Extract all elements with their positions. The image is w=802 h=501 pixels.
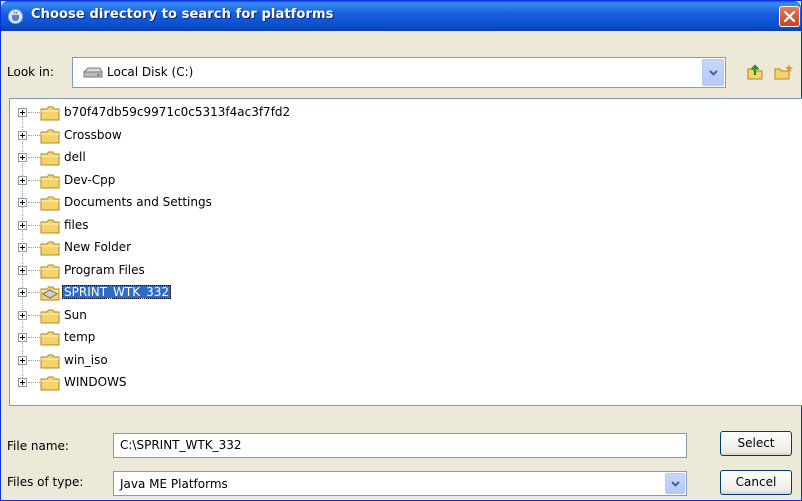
tree-folder-item[interactable]: Crossbow xyxy=(10,125,410,147)
close-icon xyxy=(783,10,796,23)
tree-folder-item[interactable]: SPRINT_WTK_332 xyxy=(10,282,410,304)
folder-icon xyxy=(40,174,60,188)
tree-folder-label: WINDOWS xyxy=(64,375,127,389)
tree-folder-label: Program Files xyxy=(64,262,145,277)
tree-folder-item[interactable]: WINDOWS xyxy=(10,372,410,394)
choose-directory-dialog: Choose directory to search for platforms… xyxy=(0,0,802,501)
tree-folder-label: Dev-Cpp xyxy=(64,172,116,187)
tree-folder-item[interactable]: Program Files xyxy=(10,260,410,282)
drive-icon xyxy=(83,67,103,78)
tree-connector xyxy=(28,382,40,383)
look-in-combo[interactable]: Local Disk (C:) xyxy=(72,57,726,88)
files-of-type-label: Files of type: xyxy=(7,475,84,489)
cancel-button[interactable]: Cancel xyxy=(720,470,792,495)
files-of-type-combo[interactable]: Java ME Platforms xyxy=(113,471,687,496)
dialog-title: Choose directory to search for platforms xyxy=(31,7,334,22)
close-button[interactable] xyxy=(779,6,800,27)
expand-toggle-icon[interactable] xyxy=(18,153,27,162)
tree-connector xyxy=(28,269,40,271)
chevron-down-icon xyxy=(671,481,680,487)
expand-toggle-icon[interactable] xyxy=(18,355,27,365)
tree-connector xyxy=(28,112,40,113)
folder-icon xyxy=(40,264,60,278)
tree-folder-label: temp xyxy=(64,330,96,344)
expand-toggle-icon[interactable] xyxy=(18,175,27,185)
files-of-type-value: Java ME Platforms xyxy=(120,477,228,491)
expand-toggle-icon[interactable] xyxy=(18,265,27,275)
tree-connector xyxy=(28,359,40,361)
folder-icon xyxy=(40,354,60,368)
folder-icon xyxy=(40,376,60,391)
file-name-label: File name: xyxy=(7,439,69,453)
tree-connector xyxy=(28,292,40,293)
look-in-label: Look in: xyxy=(7,65,54,79)
expand-toggle-icon[interactable] xyxy=(18,378,27,387)
expand-toggle-icon[interactable] xyxy=(18,220,27,230)
tree-connector xyxy=(28,134,40,136)
tree-folder-label: win_iso xyxy=(64,352,108,367)
look-in-dropdown-button[interactable] xyxy=(702,59,724,86)
tree-folder-item[interactable]: Dev-Cpp xyxy=(10,170,410,192)
tree-folder-item[interactable]: New Folder xyxy=(10,237,410,259)
expand-toggle-icon[interactable] xyxy=(18,310,27,320)
tree-connector xyxy=(28,247,40,248)
files-of-type-dropdown-button[interactable] xyxy=(665,473,685,494)
folder-icon xyxy=(40,151,60,166)
folder-tree[interactable]: b70f47db59c9971c0c5313f4ac3f7fd2 Crossbow… xyxy=(9,98,802,406)
look-in-value: Local Disk (C:) xyxy=(107,65,194,79)
select-button[interactable]: Select xyxy=(720,431,792,456)
tree-folder-item[interactable]: files xyxy=(10,215,410,237)
tree-folder-item[interactable]: dell xyxy=(10,147,410,169)
expand-toggle-icon[interactable] xyxy=(18,243,27,252)
tree-folder-item[interactable]: Sun xyxy=(10,305,410,327)
new-folder-icon[interactable] xyxy=(774,63,794,81)
folder-icon xyxy=(40,106,60,121)
tree-folder-label: Documents and Settings xyxy=(64,195,212,209)
shared-folder-icon xyxy=(40,286,60,301)
tree-connector xyxy=(28,202,40,203)
tree-connector xyxy=(28,157,40,158)
tree-folder-label: dell xyxy=(64,150,86,164)
tree-folder-label: files xyxy=(64,217,89,232)
tree-connector xyxy=(28,224,40,226)
folder-icon xyxy=(40,196,60,211)
tree-folder-label: New Folder xyxy=(64,240,132,254)
tree-folder-item[interactable]: b70f47db59c9971c0c5313f4ac3f7fd2 xyxy=(10,102,410,124)
tree-folder-label: SPRINT_WTK_332 xyxy=(62,285,172,299)
expand-toggle-icon[interactable] xyxy=(18,288,27,297)
file-name-input[interactable]: C:\SPRINT_WTK_332 xyxy=(113,433,687,458)
tree-folder-label: b70f47db59c9971c0c5313f4ac3f7fd2 xyxy=(64,105,291,119)
tree-connector xyxy=(28,314,40,316)
expand-toggle-icon[interactable] xyxy=(18,130,27,140)
tree-folder-item[interactable]: win_iso xyxy=(10,350,410,372)
up-one-level-icon[interactable] xyxy=(746,63,764,81)
chevron-down-icon xyxy=(709,70,718,76)
tree-connector xyxy=(28,179,40,181)
folder-icon xyxy=(40,219,60,233)
tree-folder-label: Crossbow xyxy=(64,127,122,142)
title-bar[interactable]: Choose directory to search for platforms xyxy=(1,1,801,31)
folder-icon xyxy=(40,309,60,323)
tree-folder-label: Sun xyxy=(64,307,87,322)
folder-icon xyxy=(40,331,60,346)
tree-connector xyxy=(28,337,40,338)
tree-folder-item[interactable]: Documents and Settings xyxy=(10,192,410,214)
expand-toggle-icon[interactable] xyxy=(18,198,27,207)
expand-toggle-icon[interactable] xyxy=(18,108,27,117)
tree-folder-item[interactable]: temp xyxy=(10,327,410,349)
folder-icon xyxy=(40,129,60,143)
java-coffee-icon xyxy=(8,9,23,24)
folder-icon xyxy=(40,241,60,256)
expand-toggle-icon[interactable] xyxy=(18,333,27,342)
